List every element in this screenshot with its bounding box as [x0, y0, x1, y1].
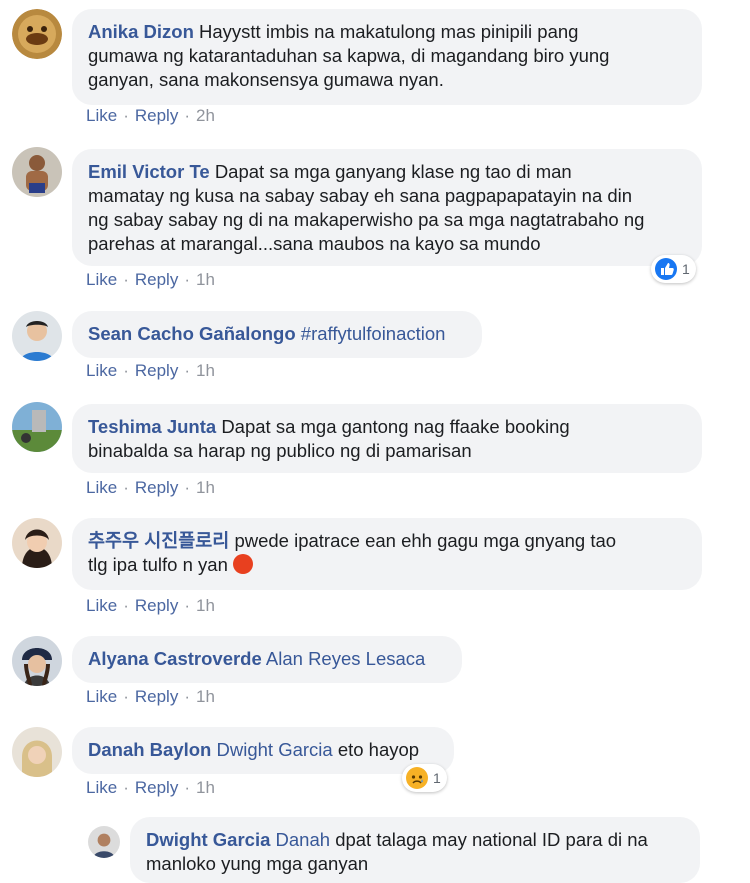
comment-actions: Like · Reply · 1h	[86, 478, 215, 497]
comment-bubble: Dwight Garcia Danah dpat talaga may nati…	[130, 817, 700, 883]
avatar[interactable]	[12, 402, 62, 452]
like-button[interactable]: Like	[86, 596, 117, 615]
comment-actions: Like · Reply · 1h	[86, 778, 215, 797]
comment-actions: Like · Reply · 1h	[86, 687, 215, 706]
comment-actions: Like · Reply · 1h	[86, 361, 215, 380]
comment-actions: Like · Reply · 2h	[86, 106, 215, 125]
comment-author[interactable]: Sean Cacho Gañalongo	[88, 323, 296, 344]
timestamp[interactable]: 1h	[196, 270, 215, 289]
like-button[interactable]: Like	[86, 106, 117, 125]
mention-link[interactable]: Dwight Garcia	[217, 739, 333, 760]
like-button[interactable]: Like	[86, 687, 117, 706]
like-button[interactable]: Like	[86, 361, 117, 380]
avatar[interactable]	[12, 9, 62, 59]
comment-bubble: 추주우 시진플로리 pwede ipatrace ean ehh gagu mg…	[72, 518, 702, 590]
timestamp[interactable]: 1h	[196, 778, 215, 797]
like-button[interactable]: Like	[86, 270, 117, 289]
comment-bubble: Alyana Castroverde Alan Reyes Lesaca	[72, 636, 462, 683]
reaction-count: 1	[433, 770, 441, 786]
timestamp[interactable]: 2h	[196, 106, 215, 125]
timestamp[interactable]: 1h	[196, 361, 215, 380]
reply-button[interactable]: Reply	[135, 596, 178, 615]
reaction-summary[interactable]: 1	[402, 764, 447, 792]
comment-author[interactable]: Teshima Junta	[88, 416, 216, 437]
sad-reaction-icon	[406, 767, 428, 789]
reply-button[interactable]: Reply	[135, 361, 178, 380]
comment-actions: Like · Reply · 1h	[86, 596, 215, 615]
reply-button[interactable]: Reply	[135, 478, 178, 497]
comment-bubble: Teshima Junta Dapat sa mga gantong nag f…	[72, 404, 702, 473]
reply-button[interactable]: Reply	[135, 687, 178, 706]
reply-button[interactable]: Reply	[135, 778, 178, 797]
avatar[interactable]	[12, 147, 62, 197]
avatar[interactable]	[12, 311, 62, 361]
reply-button[interactable]: Reply	[135, 270, 178, 289]
comment-text: eto hayop	[337, 739, 420, 760]
comment-author[interactable]: Emil Victor Te	[88, 161, 210, 182]
like-button[interactable]: Like	[86, 778, 117, 797]
mention-link[interactable]: Danah	[276, 829, 331, 850]
comment-bubble: Sean Cacho Gañalongo #raffytulfoinaction	[72, 311, 482, 358]
comment-author[interactable]: Anika Dizon	[88, 21, 194, 42]
angry-face-icon	[233, 554, 254, 574]
avatar[interactable]	[12, 518, 62, 568]
comment-author[interactable]: Dwight Garcia	[146, 829, 270, 850]
avatar[interactable]	[88, 826, 120, 858]
timestamp[interactable]: 1h	[196, 596, 215, 615]
avatar[interactable]	[12, 636, 62, 686]
hashtag-link[interactable]: #raffytulfoinaction	[301, 323, 446, 344]
mention-link[interactable]: Alan Reyes Lesaca	[266, 648, 425, 669]
reaction-summary[interactable]: 1	[651, 255, 696, 283]
comment-bubble: Danah Baylon Dwight Garcia eto hayop	[72, 727, 454, 774]
comment-actions: Like · Reply · 1h	[86, 270, 215, 289]
reply-button[interactable]: Reply	[135, 106, 178, 125]
comment-bubble: Anika Dizon Hayystt imbis na makatulong …	[72, 9, 702, 105]
comment-bubble: Emil Victor Te Dapat sa mga ganyang klas…	[72, 149, 702, 266]
reaction-count: 1	[682, 261, 690, 277]
avatar[interactable]	[12, 727, 62, 777]
like-button[interactable]: Like	[86, 478, 117, 497]
comment-author[interactable]: Alyana Castroverde	[88, 648, 262, 669]
comment-author[interactable]: 추주우 시진플로리	[88, 530, 229, 551]
comment-author[interactable]: Danah Baylon	[88, 739, 211, 760]
timestamp[interactable]: 1h	[196, 478, 215, 497]
like-reaction-icon	[655, 258, 677, 280]
timestamp[interactable]: 1h	[196, 687, 215, 706]
